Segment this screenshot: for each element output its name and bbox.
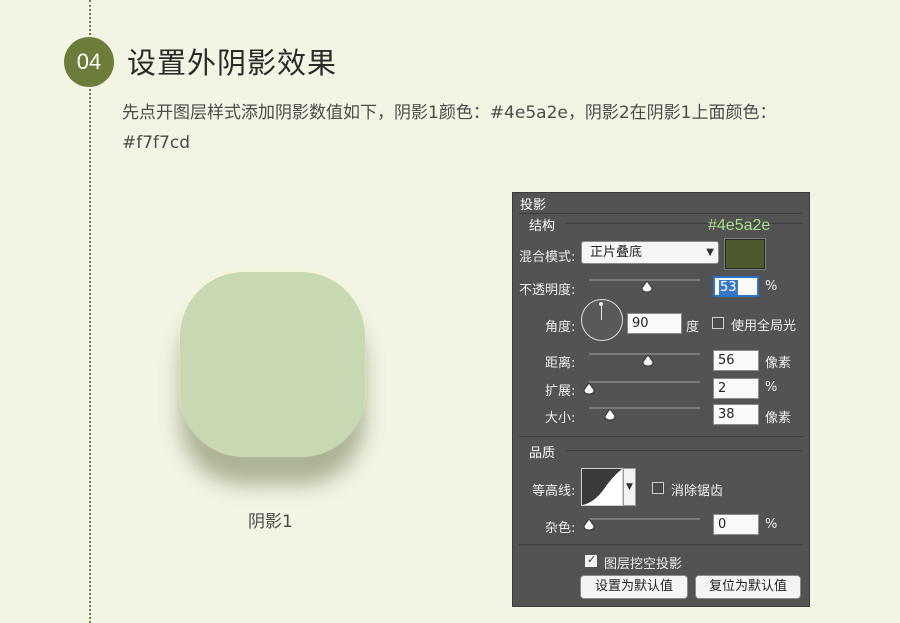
reset-default-button[interactable]: 复位为默认值	[695, 575, 801, 599]
knockout-checkbox[interactable]	[585, 553, 597, 567]
shadow-color-swatch[interactable]	[725, 239, 765, 269]
noise-label: 杂色:	[545, 521, 576, 536]
panel-title: 投影	[520, 198, 547, 213]
blend-mode-value: 正片叠底	[590, 245, 643, 260]
divider	[519, 544, 803, 545]
contour-label: 等高线:	[532, 484, 576, 499]
spread-slider-track[interactable]	[589, 381, 700, 383]
distance-input[interactable]: 56	[713, 350, 759, 371]
chevron-down-icon: ▼	[706, 247, 714, 258]
antialias-label: 消除锯齿	[671, 484, 724, 499]
chevron-down-icon[interactable]: ▼	[623, 468, 636, 506]
spread-unit: %	[765, 380, 778, 395]
size-unit: 像素	[765, 411, 792, 426]
opacity-label: 不透明度:	[519, 283, 576, 298]
antialias-checkbox[interactable]	[652, 482, 664, 494]
structure-heading: 结构	[529, 219, 556, 234]
step-number-badge: 04	[64, 37, 114, 87]
preview-label: 阴影1	[248, 512, 293, 532]
distance-unit: 像素	[765, 356, 792, 371]
blend-mode-label: 混合模式:	[519, 250, 576, 265]
angle-unit: 度	[686, 320, 700, 335]
contour-preview[interactable]	[581, 468, 623, 506]
opacity-unit: %	[765, 279, 778, 294]
divider	[519, 213, 803, 214]
spread-label: 扩展:	[545, 384, 576, 399]
distance-slider-handle[interactable]	[642, 355, 654, 367]
global-light-checkbox[interactable]	[712, 317, 724, 329]
size-slider-handle[interactable]	[604, 409, 616, 421]
knockout-label: 图层挖空投影	[604, 557, 683, 572]
angle-label: 角度:	[545, 320, 576, 335]
spread-input[interactable]: 2	[713, 378, 759, 399]
divider	[565, 450, 803, 451]
size-label: 大小:	[545, 411, 576, 426]
quality-heading: 品质	[529, 446, 556, 461]
noise-input[interactable]: 0	[713, 514, 759, 535]
spread-slider-handle[interactable]	[583, 383, 595, 395]
timeline-dotted-line	[89, 0, 91, 623]
step-description: 先点开图层样式添加阴影数值如下，阴影1颜色：#4e5a2e，阴影2在阴影1上面颜…	[122, 103, 777, 153]
opacity-slider-handle[interactable]	[641, 281, 653, 293]
noise-unit: %	[765, 517, 778, 532]
step-title: 设置外阴影效果	[127, 46, 338, 80]
divider	[519, 436, 803, 437]
noise-slider-track[interactable]	[589, 518, 700, 520]
shadow-color-label: #4e5a2e	[708, 217, 771, 234]
blend-mode-select[interactable]: 正片叠底 ▼	[581, 241, 719, 264]
angle-dial[interactable]	[581, 299, 623, 341]
global-light-label: 使用全局光	[731, 319, 797, 334]
distance-label: 距离:	[545, 356, 576, 371]
size-input[interactable]: 38	[713, 404, 759, 425]
noise-slider-handle[interactable]	[583, 519, 595, 531]
angle-input[interactable]: 90	[627, 313, 682, 334]
opacity-input[interactable]: 53	[713, 276, 759, 297]
shadow-preview-shape	[180, 272, 365, 457]
drop-shadow-panel: 投影 结构 #4e5a2e 混合模式: 正片叠底 ▼ 不透明度: 53 % 角度…	[512, 192, 810, 607]
set-default-button[interactable]: 设置为默认值	[580, 575, 688, 599]
